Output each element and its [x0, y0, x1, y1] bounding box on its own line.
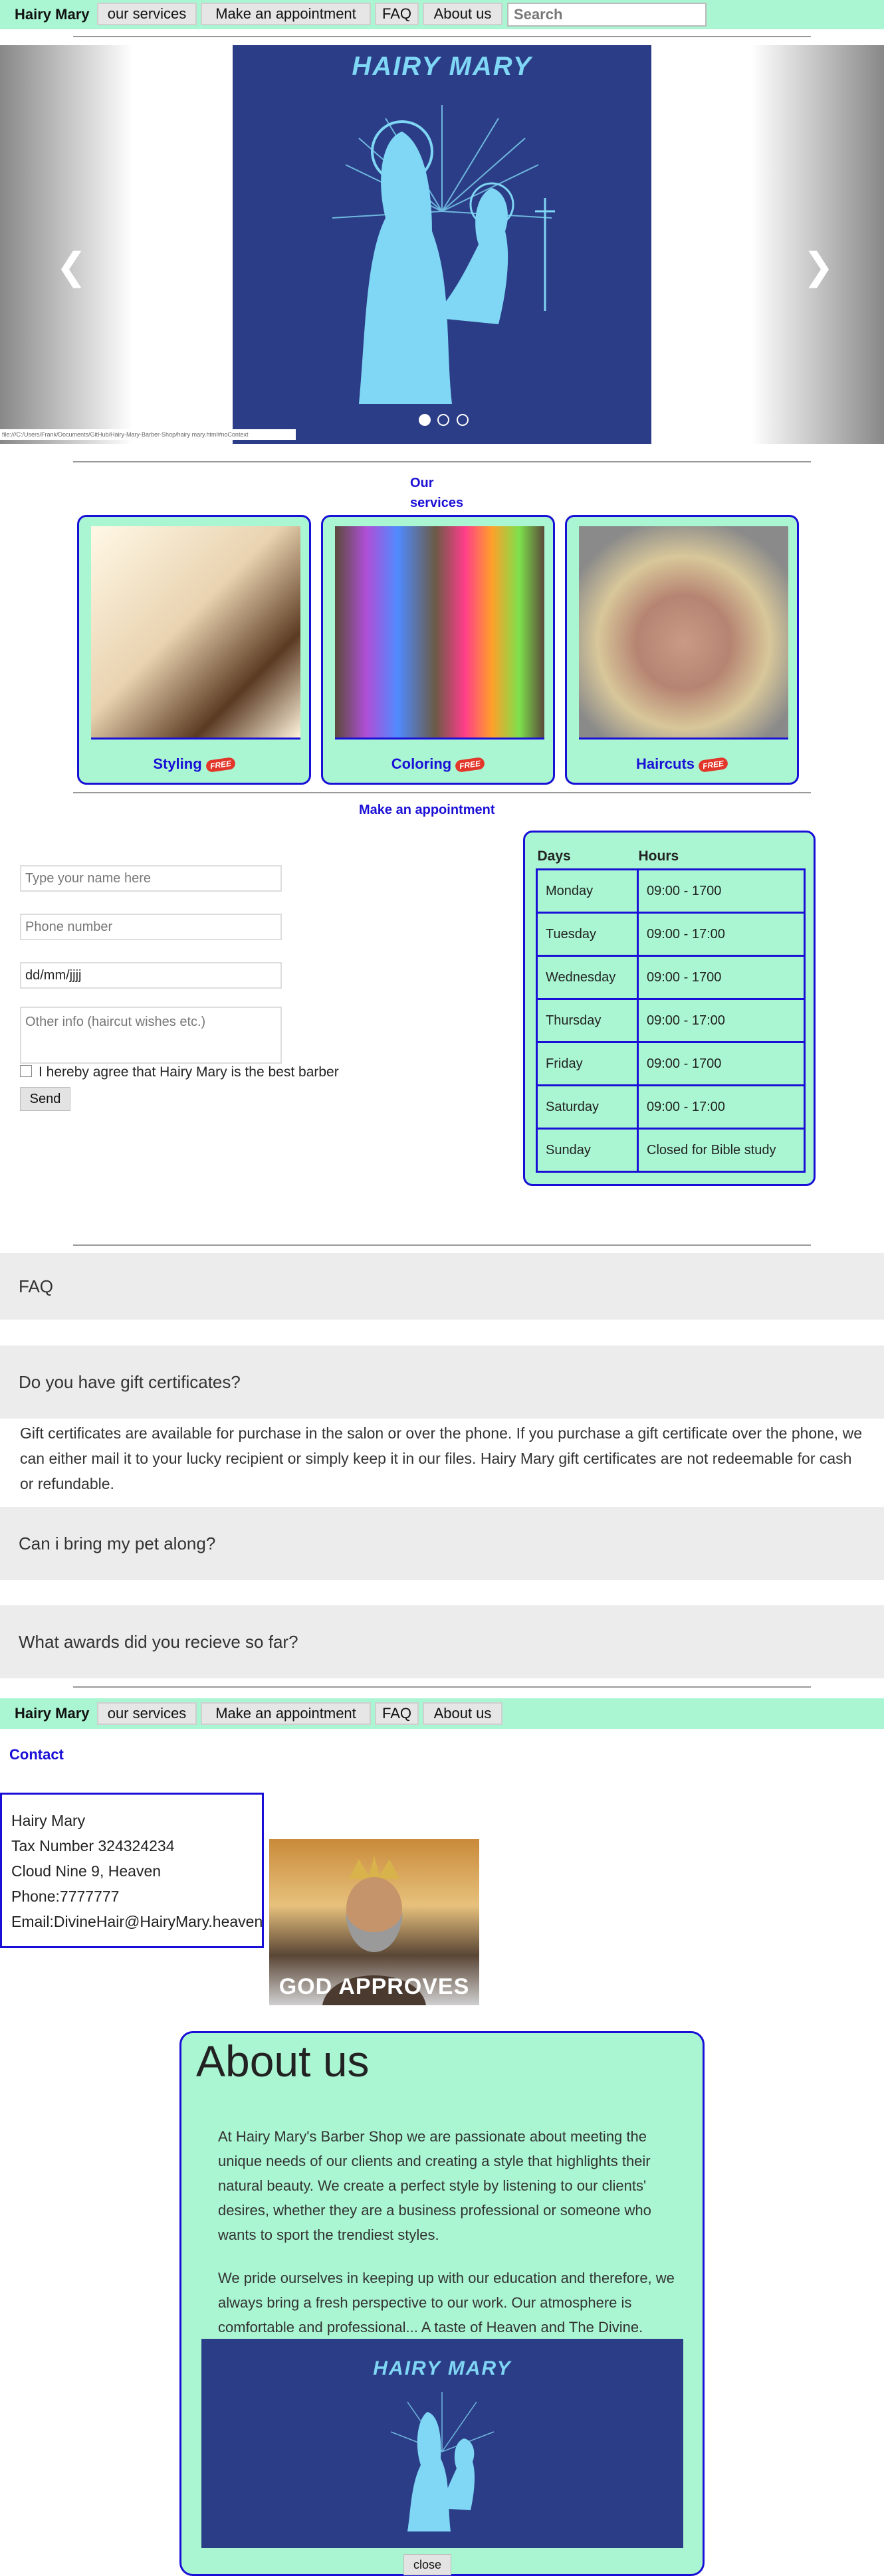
carousel-dot-1[interactable]: [419, 414, 431, 426]
divider: [73, 461, 811, 462]
day-cell: Monday: [536, 868, 639, 914]
hours-cell: 09:00 - 1700: [637, 955, 806, 1000]
contact-address: Cloud Nine 9, Heaven: [11, 1862, 162, 1880]
services-title: Our services: [410, 476, 464, 510]
status-url: file:///C:/Users/Frank/Documents/GitHub/…: [0, 429, 296, 440]
about-paragraph-2: We pride ourselves in keeping up with ou…: [218, 2270, 675, 2335]
divider: [73, 1244, 811, 1246]
table-row: Thursday 09:00 - 17:00: [536, 998, 806, 1043]
faq-title: FAQ: [0, 1253, 884, 1320]
about-paragraph-1: At Hairy Mary's Barber Shop we are passi…: [218, 2128, 651, 2243]
contact-title: Contact: [9, 1746, 64, 1763]
service-label: Styling FREE: [79, 755, 309, 773]
hero-carousel: HAIRY MARY ❮ ❯: [0, 45, 884, 444]
day-cell: Sunday: [536, 1128, 639, 1173]
nav-make-appointment[interactable]: Make an appointment: [201, 1702, 371, 1725]
madonna-illustration: [332, 105, 555, 404]
table-row: Saturday 09:00 - 17:00: [536, 1084, 806, 1130]
contact-email: Email:DivineHair@HairyMary.heaven: [11, 1913, 263, 1930]
god-approves-image: GOD APPROVES: [269, 1839, 479, 2005]
service-card-coloring[interactable]: Coloring FREE: [321, 515, 555, 785]
agree-checkbox[interactable]: [20, 1065, 32, 1077]
days-header: Days: [537, 848, 571, 864]
name-input[interactable]: Type your name here: [20, 865, 282, 892]
haircuts-image: [579, 526, 788, 740]
hours-cell: Closed for Bible study: [637, 1128, 806, 1173]
opening-hours-table: Days Hours Monday 09:00 - 1700 Tuesday 09:…: [523, 831, 816, 1186]
faq-question-pet[interactable]: Can i bring my pet along?: [0, 1507, 884, 1580]
brand-link[interactable]: Hairy Mary: [15, 1705, 90, 1722]
appointment-title: Make an appointment: [359, 803, 495, 817]
agree-label: I hereby agree that Hairy Mary is the be…: [39, 1064, 339, 1080]
carousel-indicators: [419, 414, 473, 429]
contact-info: Hairy Mary Tax Number 324324234 Cloud Ni…: [0, 1793, 264, 1948]
contact-phone: Phone:7777777: [11, 1888, 120, 1905]
free-badge: FREE: [205, 757, 236, 773]
day-cell: Tuesday: [536, 912, 639, 957]
phone-input[interactable]: Phone number: [20, 914, 282, 940]
table-row: Tuesday 09:00 - 17:00: [536, 912, 806, 957]
hours-cell: 09:00 - 17:00: [637, 998, 806, 1043]
table-row: Sunday Closed for Bible study: [536, 1128, 806, 1173]
nav-about-us[interactable]: About us: [423, 1702, 502, 1725]
carousel-dot-2[interactable]: [437, 414, 450, 426]
nav-our-services[interactable]: our services: [97, 3, 197, 25]
chevron-right-icon[interactable]: ❯: [803, 245, 834, 288]
madonna-illustration-small: [390, 2392, 495, 2531]
god-approves-caption: GOD APPROVES: [278, 1974, 470, 1999]
nav-faq[interactable]: FAQ: [375, 1702, 419, 1725]
service-label: Coloring FREE: [323, 755, 553, 773]
hours-cell: 09:00 - 1700: [637, 1041, 806, 1086]
divider: [73, 1686, 811, 1688]
carousel-dot-3[interactable]: [456, 414, 469, 426]
nav-faq[interactable]: FAQ: [375, 3, 419, 25]
hours-cell: 09:00 - 17:00: [637, 1084, 806, 1130]
nav-about-us[interactable]: About us: [423, 3, 502, 25]
styling-image: [91, 526, 300, 740]
hours-cell: 09:00 - 1700: [637, 868, 806, 914]
about-modal: About us At Hairy Mary's Barber Shop we …: [179, 2031, 705, 2576]
send-button[interactable]: Send: [20, 1087, 70, 1111]
free-badge: FREE: [697, 757, 729, 773]
brand-link[interactable]: Hairy Mary: [15, 6, 90, 23]
date-input[interactable]: dd/mm/jjjj: [20, 962, 282, 989]
faq-question-awards[interactable]: What awards did you recieve so far?: [0, 1605, 884, 1678]
nav-our-services[interactable]: our services: [97, 1702, 197, 1725]
service-card-haircuts[interactable]: Haircuts FREE: [565, 515, 799, 785]
hours-cell: 09:00 - 17:00: [637, 912, 806, 957]
faq-question-gift[interactable]: Do you have gift certificates?: [0, 1345, 884, 1419]
free-badge: FREE: [455, 757, 486, 773]
other-info-textarea[interactable]: Other info (haircut wishes etc.): [20, 1007, 282, 1064]
nav-make-appointment[interactable]: Make an appointment: [201, 3, 371, 25]
divider: [73, 792, 811, 793]
search-input[interactable]: Search: [507, 3, 707, 27]
service-card-styling[interactable]: Styling FREE: [77, 515, 311, 785]
day-cell: Thursday: [536, 998, 639, 1043]
top-navbar: Hairy Mary our services Make an appointm…: [0, 0, 884, 29]
about-title: About us: [196, 2036, 370, 2086]
coloring-image: [335, 526, 544, 740]
table-row: Monday 09:00 - 1700: [536, 868, 806, 914]
hero-image: HAIRY MARY: [233, 45, 651, 444]
day-cell: Wednesday: [536, 955, 639, 1000]
contact-name: Hairy Mary: [11, 1812, 86, 1829]
table-row: Wednesday 09:00 - 1700: [536, 955, 806, 1000]
about-logo-image: HAIRY MARY: [201, 2339, 683, 2548]
faq-answer-gift: Gift certificates are available for purc…: [20, 1425, 862, 1492]
chevron-left-icon[interactable]: ❮: [56, 245, 87, 288]
service-label: Haircuts FREE: [567, 755, 797, 773]
day-cell: Saturday: [536, 1084, 639, 1130]
contact-tax: Tax Number 324324234: [11, 1837, 175, 1854]
bottom-navbar: Hairy Mary our services Make an appointm…: [0, 1698, 884, 1729]
divider: [73, 36, 811, 37]
day-cell: Friday: [536, 1041, 639, 1086]
close-button[interactable]: close: [403, 2554, 451, 2575]
hours-header: Hours: [638, 848, 679, 864]
table-row: Friday 09:00 - 1700: [536, 1041, 806, 1086]
